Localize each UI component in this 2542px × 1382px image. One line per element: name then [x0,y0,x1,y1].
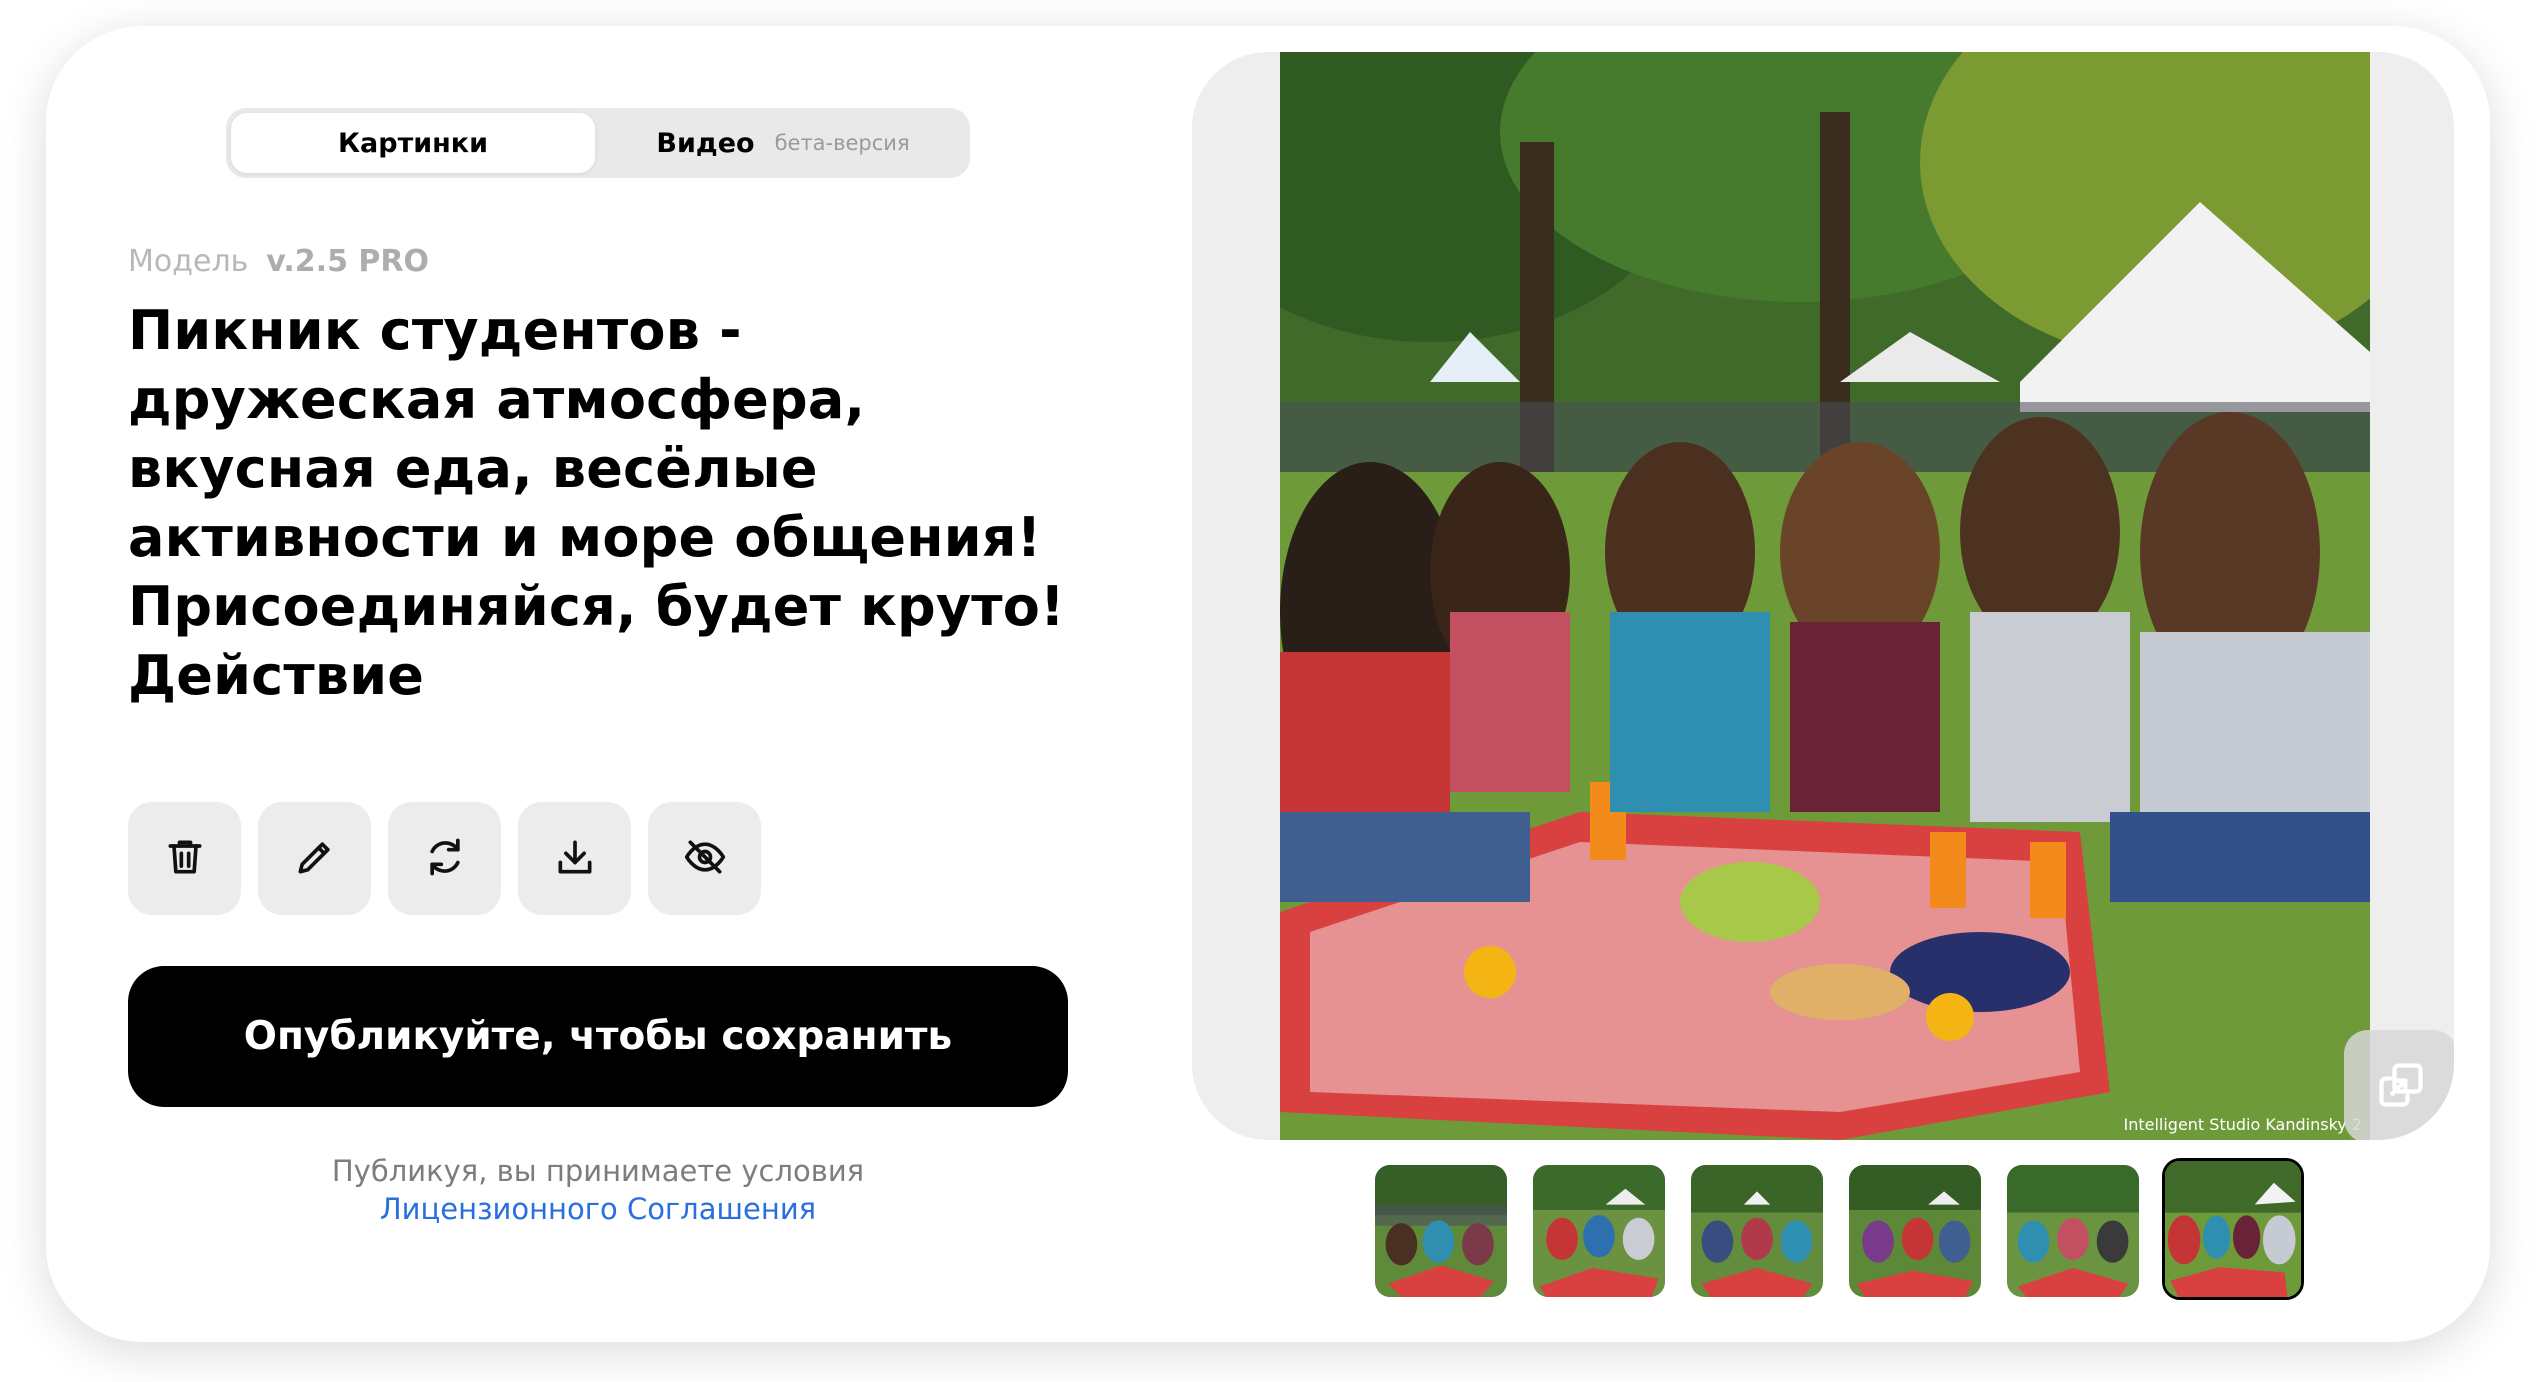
prompt-text: Пикник студентов - дружеская атмосфера, … [128,299,1065,707]
license-agreement-link[interactable]: Лицензионного Соглашения [128,1190,1068,1228]
download-button[interactable] [518,802,631,915]
tab-video[interactable]: Видео бета-версия [601,113,965,173]
expand-icon [2375,1059,2427,1115]
thumbnail-3[interactable] [1688,1162,1826,1300]
tab-video-label: Видео [656,127,755,159]
download-icon [553,835,597,883]
thumbnail-1[interactable] [1372,1162,1510,1300]
terms-notice: Публикуя, вы принимаете условия Лицензио… [128,1152,1068,1228]
action-buttons [128,802,761,915]
delete-button[interactable] [128,802,241,915]
publish-button[interactable]: Опубликуйте, чтобы сохранить [128,966,1068,1107]
thumbnail-2[interactable] [1530,1162,1668,1300]
expand-button[interactable] [2344,1030,2454,1140]
thumbnail-4[interactable] [1846,1162,1984,1300]
refresh-icon [423,835,467,883]
thumbnail-strip [1372,1158,2304,1300]
model-info: Модель v.2.5 PRO [128,244,429,279]
model-label: Модель [128,244,249,279]
pencil-icon [293,835,337,883]
tab-images-label: Картинки [337,127,489,159]
thumbnail-6-selected[interactable] [2162,1158,2304,1300]
media-type-tabs: Картинки Видео бета-версия [226,108,970,178]
edit-button[interactable] [258,802,371,915]
generated-image[interactable]: Intelligent Studio Kandinsky 2 [1280,52,2370,1140]
prompt-container: Пикник студентов - дружеская атмосфера, … [128,296,1068,732]
image-viewer: Intelligent Studio Kandinsky 2 [1192,52,2454,1140]
tab-images[interactable]: Картинки [231,113,595,173]
eye-off-icon [683,835,727,883]
trash-icon [163,835,207,883]
model-version: v.2.5 PRO [266,244,429,279]
generation-card: Картинки Видео бета-версия Модель v.2.5 P… [46,26,2490,1342]
thumbnail-5[interactable] [2004,1162,2142,1300]
beta-badge: бета-версия [774,131,910,155]
regenerate-button[interactable] [388,802,501,915]
terms-text: Публикуя, вы принимаете условия [331,1154,865,1188]
hide-button[interactable] [648,802,761,915]
image-watermark: Intelligent Studio Kandinsky 2 [2123,1115,2362,1134]
